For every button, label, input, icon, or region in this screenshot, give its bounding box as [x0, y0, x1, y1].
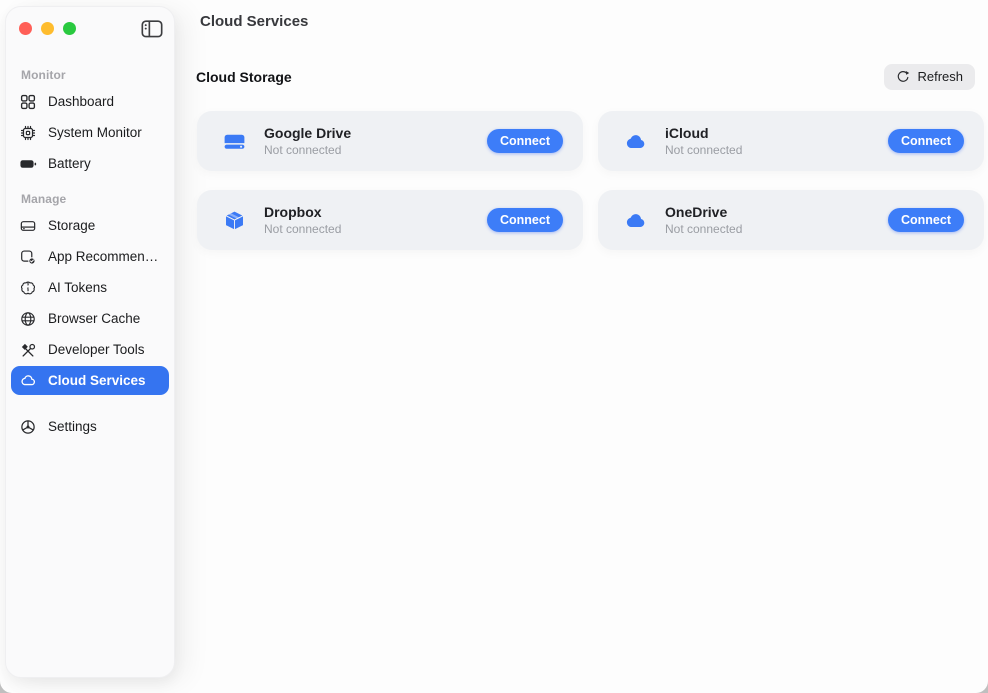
- sidebar-section-manage: Manage: [21, 192, 169, 206]
- sidebar-item-settings[interactable]: Settings: [11, 412, 169, 441]
- service-name: OneDrive: [665, 204, 742, 221]
- app-window: Monitor Dashboard System Monitor Battery…: [0, 0, 988, 693]
- connect-button-icloud[interactable]: Connect: [888, 129, 964, 153]
- sidebar-item-browser-cache[interactable]: Browser Cache: [11, 304, 169, 333]
- sidebar-item-label: Battery: [48, 156, 91, 171]
- sidebar: Monitor Dashboard System Monitor Battery…: [5, 6, 175, 678]
- connect-button-onedrive[interactable]: Connect: [888, 208, 964, 232]
- google-drive-icon: [222, 129, 247, 154]
- sidebar-toggle-icon: [141, 19, 163, 39]
- grid-icon: [19, 93, 37, 111]
- connect-button-dropbox[interactable]: Connect: [487, 208, 563, 232]
- sidebar-item-label: App Recommen…: [48, 249, 158, 264]
- section-heading: Cloud Storage: [196, 69, 292, 85]
- sidebar-item-ai-tokens[interactable]: AI Tokens: [11, 273, 169, 302]
- service-text: OneDrive Not connected: [665, 204, 742, 236]
- sidebar-item-label: Cloud Services: [48, 373, 146, 388]
- service-card-dropbox: Dropbox Not connected Connect: [197, 190, 583, 250]
- sidebar-item-storage[interactable]: Storage: [11, 211, 169, 240]
- service-card-icloud: iCloud Not connected Connect: [598, 111, 984, 171]
- service-text: iCloud Not connected: [665, 125, 742, 157]
- close-button[interactable]: [19, 22, 32, 35]
- onedrive-icon: [623, 208, 648, 233]
- sidebar-item-label: Dashboard: [48, 94, 114, 109]
- sidebar-item-developer-tools[interactable]: Developer Tools: [11, 335, 169, 364]
- sidebar-item-system-monitor[interactable]: System Monitor: [11, 118, 169, 147]
- sidebar-section-monitor: Monitor: [21, 68, 169, 82]
- refresh-label: Refresh: [917, 69, 963, 84]
- cloud-storage-header: Cloud Storage Refresh: [196, 63, 975, 90]
- service-card-google-drive: Google Drive Not connected Connect: [197, 111, 583, 171]
- icloud-icon: [623, 129, 648, 154]
- page-title: Cloud Services: [200, 13, 308, 30]
- sidebar-item-label: Browser Cache: [48, 311, 140, 326]
- sidebar-item-cloud-services[interactable]: Cloud Services: [11, 366, 169, 395]
- sidebar-item-label: AI Tokens: [48, 280, 107, 295]
- main-content: Cloud Services Cloud Storage Refresh: [180, 0, 988, 693]
- globe-icon: [19, 310, 37, 328]
- refresh-button[interactable]: Refresh: [884, 64, 975, 90]
- app-check-badge-icon: [19, 248, 37, 266]
- service-name: iCloud: [665, 125, 742, 142]
- refresh-icon: [896, 70, 910, 84]
- service-status: Not connected: [264, 143, 351, 157]
- sidebar-item-label: Settings: [48, 419, 97, 434]
- dropbox-box-icon: [222, 208, 247, 233]
- cpu-icon: [19, 124, 37, 142]
- gear-icon: [19, 418, 37, 436]
- minimize-button[interactable]: [41, 22, 54, 35]
- sidebar-item-battery[interactable]: Battery: [11, 149, 169, 178]
- sidebar-item-dashboard[interactable]: Dashboard: [11, 87, 169, 116]
- sidebar-item-label: System Monitor: [48, 125, 142, 140]
- service-name: Google Drive: [264, 125, 351, 142]
- service-status: Not connected: [665, 143, 742, 157]
- external-drive-icon: [19, 217, 37, 235]
- cloud-services-grid: Google Drive Not connected Connect iClou…: [197, 111, 984, 250]
- service-name: Dropbox: [264, 204, 341, 221]
- battery-icon: [19, 155, 37, 173]
- zoom-button[interactable]: [63, 22, 76, 35]
- service-card-onedrive: OneDrive Not connected Connect: [598, 190, 984, 250]
- sidebar-item-app-recommendations[interactable]: App Recommen…: [11, 242, 169, 271]
- hammer-wrench-icon: [19, 341, 37, 359]
- brain-icon: [19, 279, 37, 297]
- cloud-icon: [19, 372, 37, 390]
- connect-button-google-drive[interactable]: Connect: [487, 129, 563, 153]
- service-text: Dropbox Not connected: [264, 204, 341, 236]
- sidebar-item-label: Developer Tools: [48, 342, 145, 357]
- service-status: Not connected: [665, 222, 742, 236]
- service-status: Not connected: [264, 222, 341, 236]
- service-text: Google Drive Not connected: [264, 125, 351, 157]
- sidebar-item-label: Storage: [48, 218, 95, 233]
- toggle-sidebar-button[interactable]: [141, 19, 163, 39]
